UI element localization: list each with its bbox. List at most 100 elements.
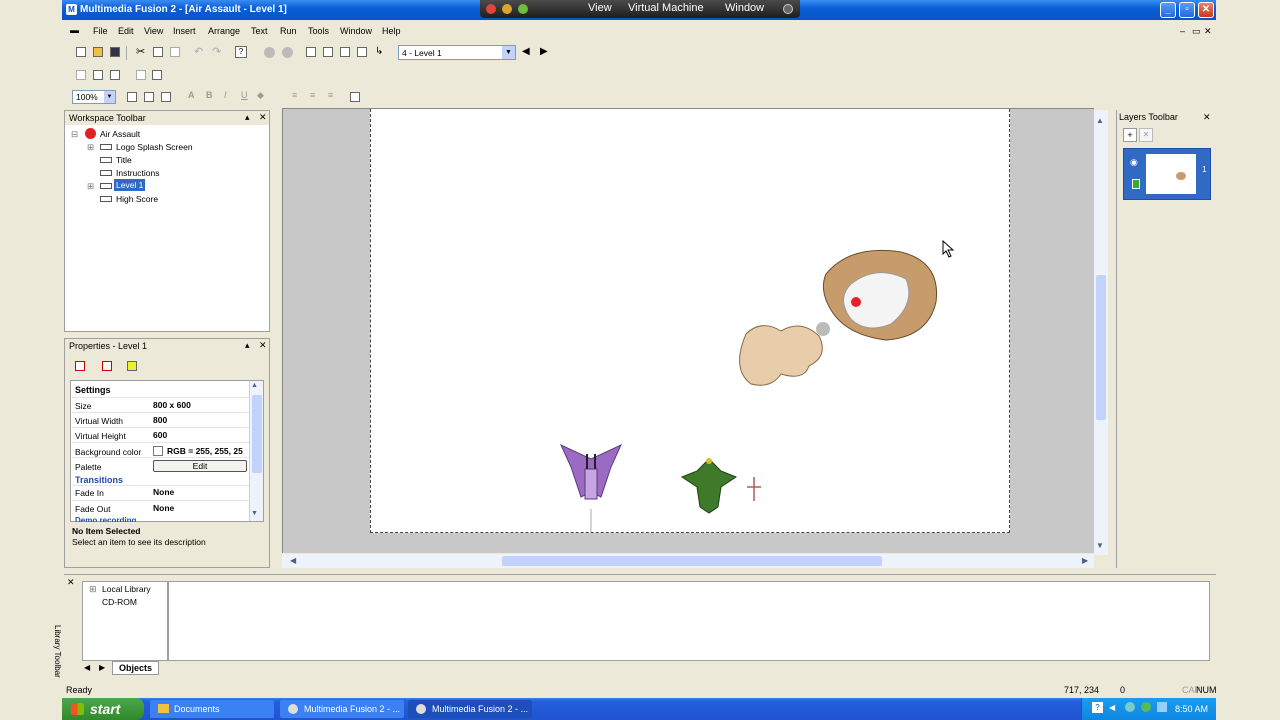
runtime-tab-icon[interactable] — [102, 361, 112, 371]
italic-icon[interactable]: I — [224, 90, 227, 100]
task-mmf-2[interactable]: Multimedia Fusion 2 - ... — [408, 700, 532, 718]
menu-insert[interactable]: Insert — [173, 26, 196, 36]
tab-prev-icon[interactable]: ◀ — [84, 663, 90, 672]
scroll-up-icon[interactable]: ▲ — [251, 382, 258, 389]
events-tab-icon[interactable] — [127, 361, 137, 371]
prop-vheight-value[interactable]: 600 — [153, 430, 167, 440]
menu-tools[interactable]: Tools — [308, 26, 329, 36]
help-icon[interactable]: ? — [235, 46, 247, 58]
cut-icon[interactable]: ✂ — [136, 45, 145, 58]
scroll-thumb[interactable] — [1096, 275, 1106, 420]
vm-menu-virtual-machine[interactable]: Virtual Machine — [628, 2, 704, 14]
scroll-left-icon[interactable]: ◀ — [290, 556, 296, 565]
save-icon[interactable] — [110, 47, 120, 57]
storyboard-icon[interactable] — [306, 47, 316, 57]
align-icon[interactable] — [76, 70, 86, 80]
prop-fadeout-value[interactable]: None — [153, 503, 174, 513]
align-center-icon[interactable]: ≡ — [310, 90, 315, 100]
redo-icon[interactable]: ↷ — [212, 45, 221, 58]
expand-icon[interactable]: ⊞ — [87, 181, 94, 192]
tree-frame-title[interactable]: Title — [116, 155, 132, 165]
bold-icon[interactable]: B — [206, 90, 213, 100]
collapse-icon[interactable]: ⊟ — [71, 129, 78, 140]
lock-icon[interactable] — [136, 70, 146, 80]
minimize-button[interactable]: _ — [1160, 2, 1176, 18]
menu-help[interactable]: Help — [382, 26, 401, 36]
grid-setup-icon[interactable] — [161, 92, 171, 102]
scroll-right-icon[interactable]: ▶ — [1082, 556, 1088, 565]
frame-editor-icon[interactable] — [323, 47, 333, 57]
scroll-thumb[interactable] — [252, 395, 262, 473]
help-icon[interactable]: ? — [1092, 702, 1103, 713]
property-scrollbar[interactable]: ▲ ▼ — [249, 381, 263, 521]
small-plane-object[interactable] — [747, 477, 761, 501]
mdi-close-icon[interactable]: ✕ — [1204, 26, 1212, 37]
settings-tab-icon[interactable] — [75, 361, 85, 371]
grid-icon[interactable] — [127, 92, 137, 102]
tree-app[interactable]: Air Assault — [100, 129, 140, 139]
vm-record-icon[interactable] — [783, 4, 793, 14]
frame-editor[interactable] — [282, 108, 1094, 553]
task-mmf-1[interactable]: Multimedia Fusion 2 - ... — [280, 700, 404, 718]
undo-icon[interactable]: ↶ — [194, 45, 203, 58]
player-ship-purple[interactable] — [559, 443, 623, 533]
prop-vwidth-value[interactable]: 800 — [153, 415, 167, 425]
chevron-down-icon[interactable]: ▼ — [104, 91, 115, 103]
lock-icon[interactable] — [1132, 179, 1140, 189]
zoom-select[interactable]: 100% ▼ — [72, 90, 116, 104]
expression-icon[interactable]: ↳ — [375, 46, 383, 57]
menu-view[interactable]: View — [144, 26, 163, 36]
vm-zoom-icon[interactable] — [518, 4, 528, 14]
library-item-cdrom[interactable]: CD-ROM — [102, 597, 137, 607]
close-button[interactable]: ✕ — [1198, 2, 1214, 18]
tab-next-icon[interactable]: ▶ — [99, 663, 105, 672]
scroll-up-icon[interactable]: ▲ — [1096, 116, 1104, 125]
library-item-local[interactable]: Local Library — [102, 584, 151, 594]
mdi-minimize-icon[interactable]: – — [1180, 26, 1185, 36]
security-icon[interactable] — [1141, 702, 1151, 712]
scroll-thumb[interactable] — [502, 556, 882, 566]
prev-frame-icon[interactable]: ◀ — [522, 46, 530, 57]
event-editor-icon[interactable] — [340, 47, 350, 57]
run-app-icon[interactable] — [264, 47, 275, 58]
prop-fadein-value[interactable]: None — [153, 487, 174, 497]
expand-icon[interactable]: ⊞ — [89, 584, 97, 595]
event-list-icon[interactable] — [357, 47, 367, 57]
snap-icon[interactable] — [144, 92, 154, 102]
close-icon[interactable]: ✕ — [259, 112, 267, 123]
add-layer-button[interactable]: + — [1123, 128, 1137, 142]
order-icon[interactable] — [152, 70, 162, 80]
library-objects-view[interactable] — [168, 581, 1210, 661]
menu-arrange[interactable]: Arrange — [208, 26, 240, 36]
eye-icon[interactable]: ◉ — [1130, 157, 1138, 168]
tree-frame-highscore[interactable]: High Score — [116, 194, 158, 204]
pin-icon[interactable]: ▴ — [245, 112, 250, 123]
paste-icon[interactable] — [170, 47, 180, 57]
new-icon[interactable] — [76, 47, 86, 57]
asteroid-object[interactable] — [739, 249, 938, 386]
underline-icon[interactable]: U — [241, 90, 248, 100]
align-right-icon[interactable]: ≡ — [328, 90, 333, 100]
align-left-icon[interactable]: ≡ — [292, 90, 297, 100]
run-frame-icon[interactable] — [282, 47, 293, 58]
tree-frame-logo[interactable]: Logo Splash Screen — [116, 142, 193, 152]
mdi-restore-icon[interactable]: ▭ — [1192, 26, 1201, 37]
font-icon[interactable]: A — [188, 90, 195, 100]
tree-frame-level1[interactable]: Level 1 — [114, 179, 146, 191]
expand-icon[interactable]: ⊞ — [87, 142, 94, 153]
close-icon[interactable]: ✕ — [259, 340, 267, 351]
frame-canvas[interactable] — [370, 109, 1010, 533]
layer-item[interactable]: ◉ 1 — [1123, 148, 1211, 200]
next-frame-icon[interactable]: ▶ — [540, 46, 548, 57]
tab-objects[interactable]: Objects — [112, 661, 160, 675]
menu-file[interactable]: File — [93, 26, 108, 36]
close-icon[interactable]: ✕ — [1203, 112, 1211, 123]
enemy-ship-green[interactable] — [680, 458, 738, 514]
editor-vscroll[interactable]: ▲ ▼ — [1094, 110, 1108, 555]
palette-edit-button[interactable]: Edit — [153, 460, 247, 472]
tree-frame-instructions[interactable]: Instructions — [116, 168, 159, 178]
prop-bgcolor-value[interactable]: RGB = 255, 255, 25 — [167, 446, 249, 456]
task-documents[interactable]: Documents — [150, 700, 274, 718]
scroll-down-icon[interactable]: ▼ — [251, 510, 258, 517]
volume-icon[interactable]: ◀ — [1109, 703, 1115, 712]
